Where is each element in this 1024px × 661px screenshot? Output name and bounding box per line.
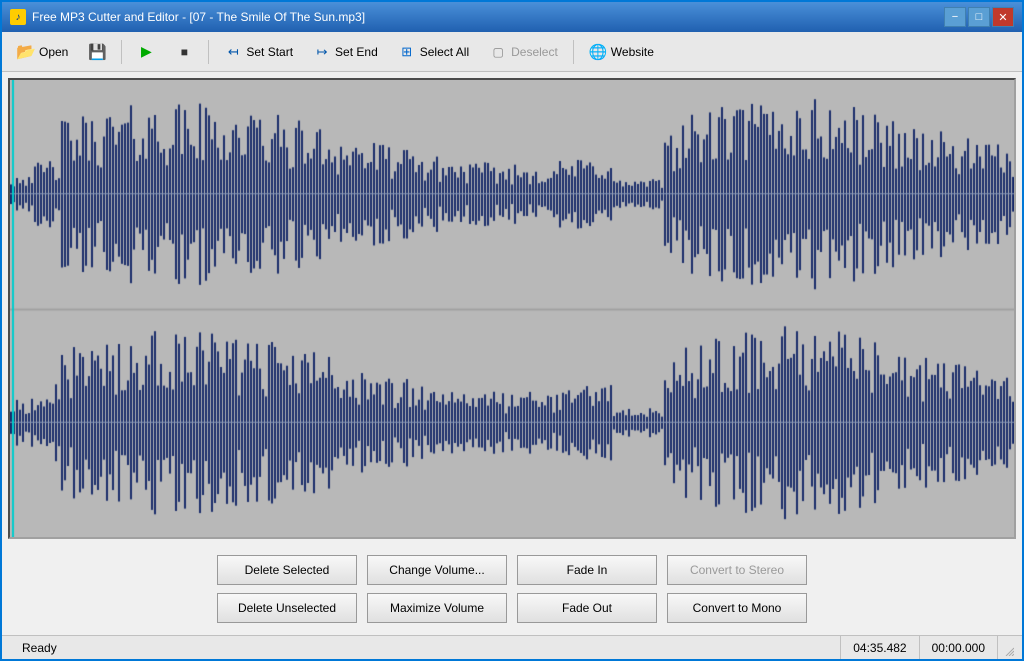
resize-grip — [998, 640, 1014, 656]
buttons-area: Delete Selected Delete Unselected Change… — [2, 545, 1022, 635]
open-button[interactable]: 📂 Open — [8, 37, 77, 67]
waveform-canvas[interactable] — [10, 80, 1014, 537]
set-end-icon: ↦ — [313, 43, 331, 61]
change-volume-button[interactable]: Change Volume... — [367, 555, 507, 585]
fade-out-button[interactable]: Fade Out — [517, 593, 657, 623]
toolbar-separator-3 — [573, 40, 574, 64]
website-icon: 🌐 — [589, 43, 607, 61]
stop-icon: ■ — [175, 43, 193, 61]
title-bar-left: ♪ Free MP3 Cutter and Editor - [07 - The… — [10, 9, 365, 25]
website-label: Website — [611, 45, 654, 59]
window-title: Free MP3 Cutter and Editor - [07 - The S… — [32, 10, 365, 24]
minimize-button[interactable]: − — [944, 7, 966, 27]
btn-group-fade: Fade In Fade Out — [517, 555, 657, 623]
btn-group-volume: Change Volume... Maximize Volume — [367, 555, 507, 623]
toolbar: 📂 Open 💾 ▶ ■ ↤ Set Start ↦ Set End ⊞ Sel… — [2, 32, 1022, 72]
window-controls: − □ ✕ — [944, 7, 1014, 27]
status-ready: Ready — [10, 636, 841, 659]
save-button[interactable]: 💾 — [79, 37, 115, 67]
delete-selected-button[interactable]: Delete Selected — [217, 555, 357, 585]
select-all-label: Select All — [420, 45, 469, 59]
open-icon: 📂 — [17, 43, 35, 61]
status-time1: 04:35.482 — [841, 636, 919, 659]
deselect-label: Deselect — [511, 45, 558, 59]
set-start-icon: ↤ — [224, 43, 242, 61]
btn-group-convert: Convert to Stereo Convert to Mono — [667, 555, 807, 623]
toolbar-separator-2 — [208, 40, 209, 64]
main-window: ♪ Free MP3 Cutter and Editor - [07 - The… — [0, 0, 1024, 661]
status-time2: 00:00.000 — [920, 636, 998, 659]
deselect-button[interactable]: ▢ Deselect — [480, 37, 567, 67]
set-start-label: Set Start — [246, 45, 293, 59]
convert-to-stereo-button[interactable]: Convert to Stereo — [667, 555, 807, 585]
set-start-button[interactable]: ↤ Set Start — [215, 37, 302, 67]
website-button[interactable]: 🌐 Website — [580, 37, 663, 67]
waveform-area[interactable] — [8, 78, 1016, 539]
maximize-button[interactable]: □ — [968, 7, 990, 27]
save-icon: 💾 — [88, 43, 106, 61]
set-end-button[interactable]: ↦ Set End — [304, 37, 387, 67]
set-end-label: Set End — [335, 45, 378, 59]
fade-in-button[interactable]: Fade In — [517, 555, 657, 585]
status-bar: Ready 04:35.482 00:00.000 — [2, 635, 1022, 659]
deselect-icon: ▢ — [489, 43, 507, 61]
select-all-icon: ⊞ — [398, 43, 416, 61]
maximize-volume-button[interactable]: Maximize Volume — [367, 593, 507, 623]
title-bar: ♪ Free MP3 Cutter and Editor - [07 - The… — [2, 2, 1022, 32]
delete-unselected-button[interactable]: Delete Unselected — [217, 593, 357, 623]
toolbar-separator-1 — [121, 40, 122, 64]
btn-group-delete: Delete Selected Delete Unselected — [217, 555, 357, 623]
select-all-button[interactable]: ⊞ Select All — [389, 37, 478, 67]
close-button[interactable]: ✕ — [992, 7, 1014, 27]
open-label: Open — [39, 45, 68, 59]
convert-to-mono-button[interactable]: Convert to Mono — [667, 593, 807, 623]
play-button[interactable]: ▶ — [128, 37, 164, 67]
play-icon: ▶ — [137, 43, 155, 61]
stop-button[interactable]: ■ — [166, 37, 202, 67]
app-icon: ♪ — [10, 9, 26, 25]
